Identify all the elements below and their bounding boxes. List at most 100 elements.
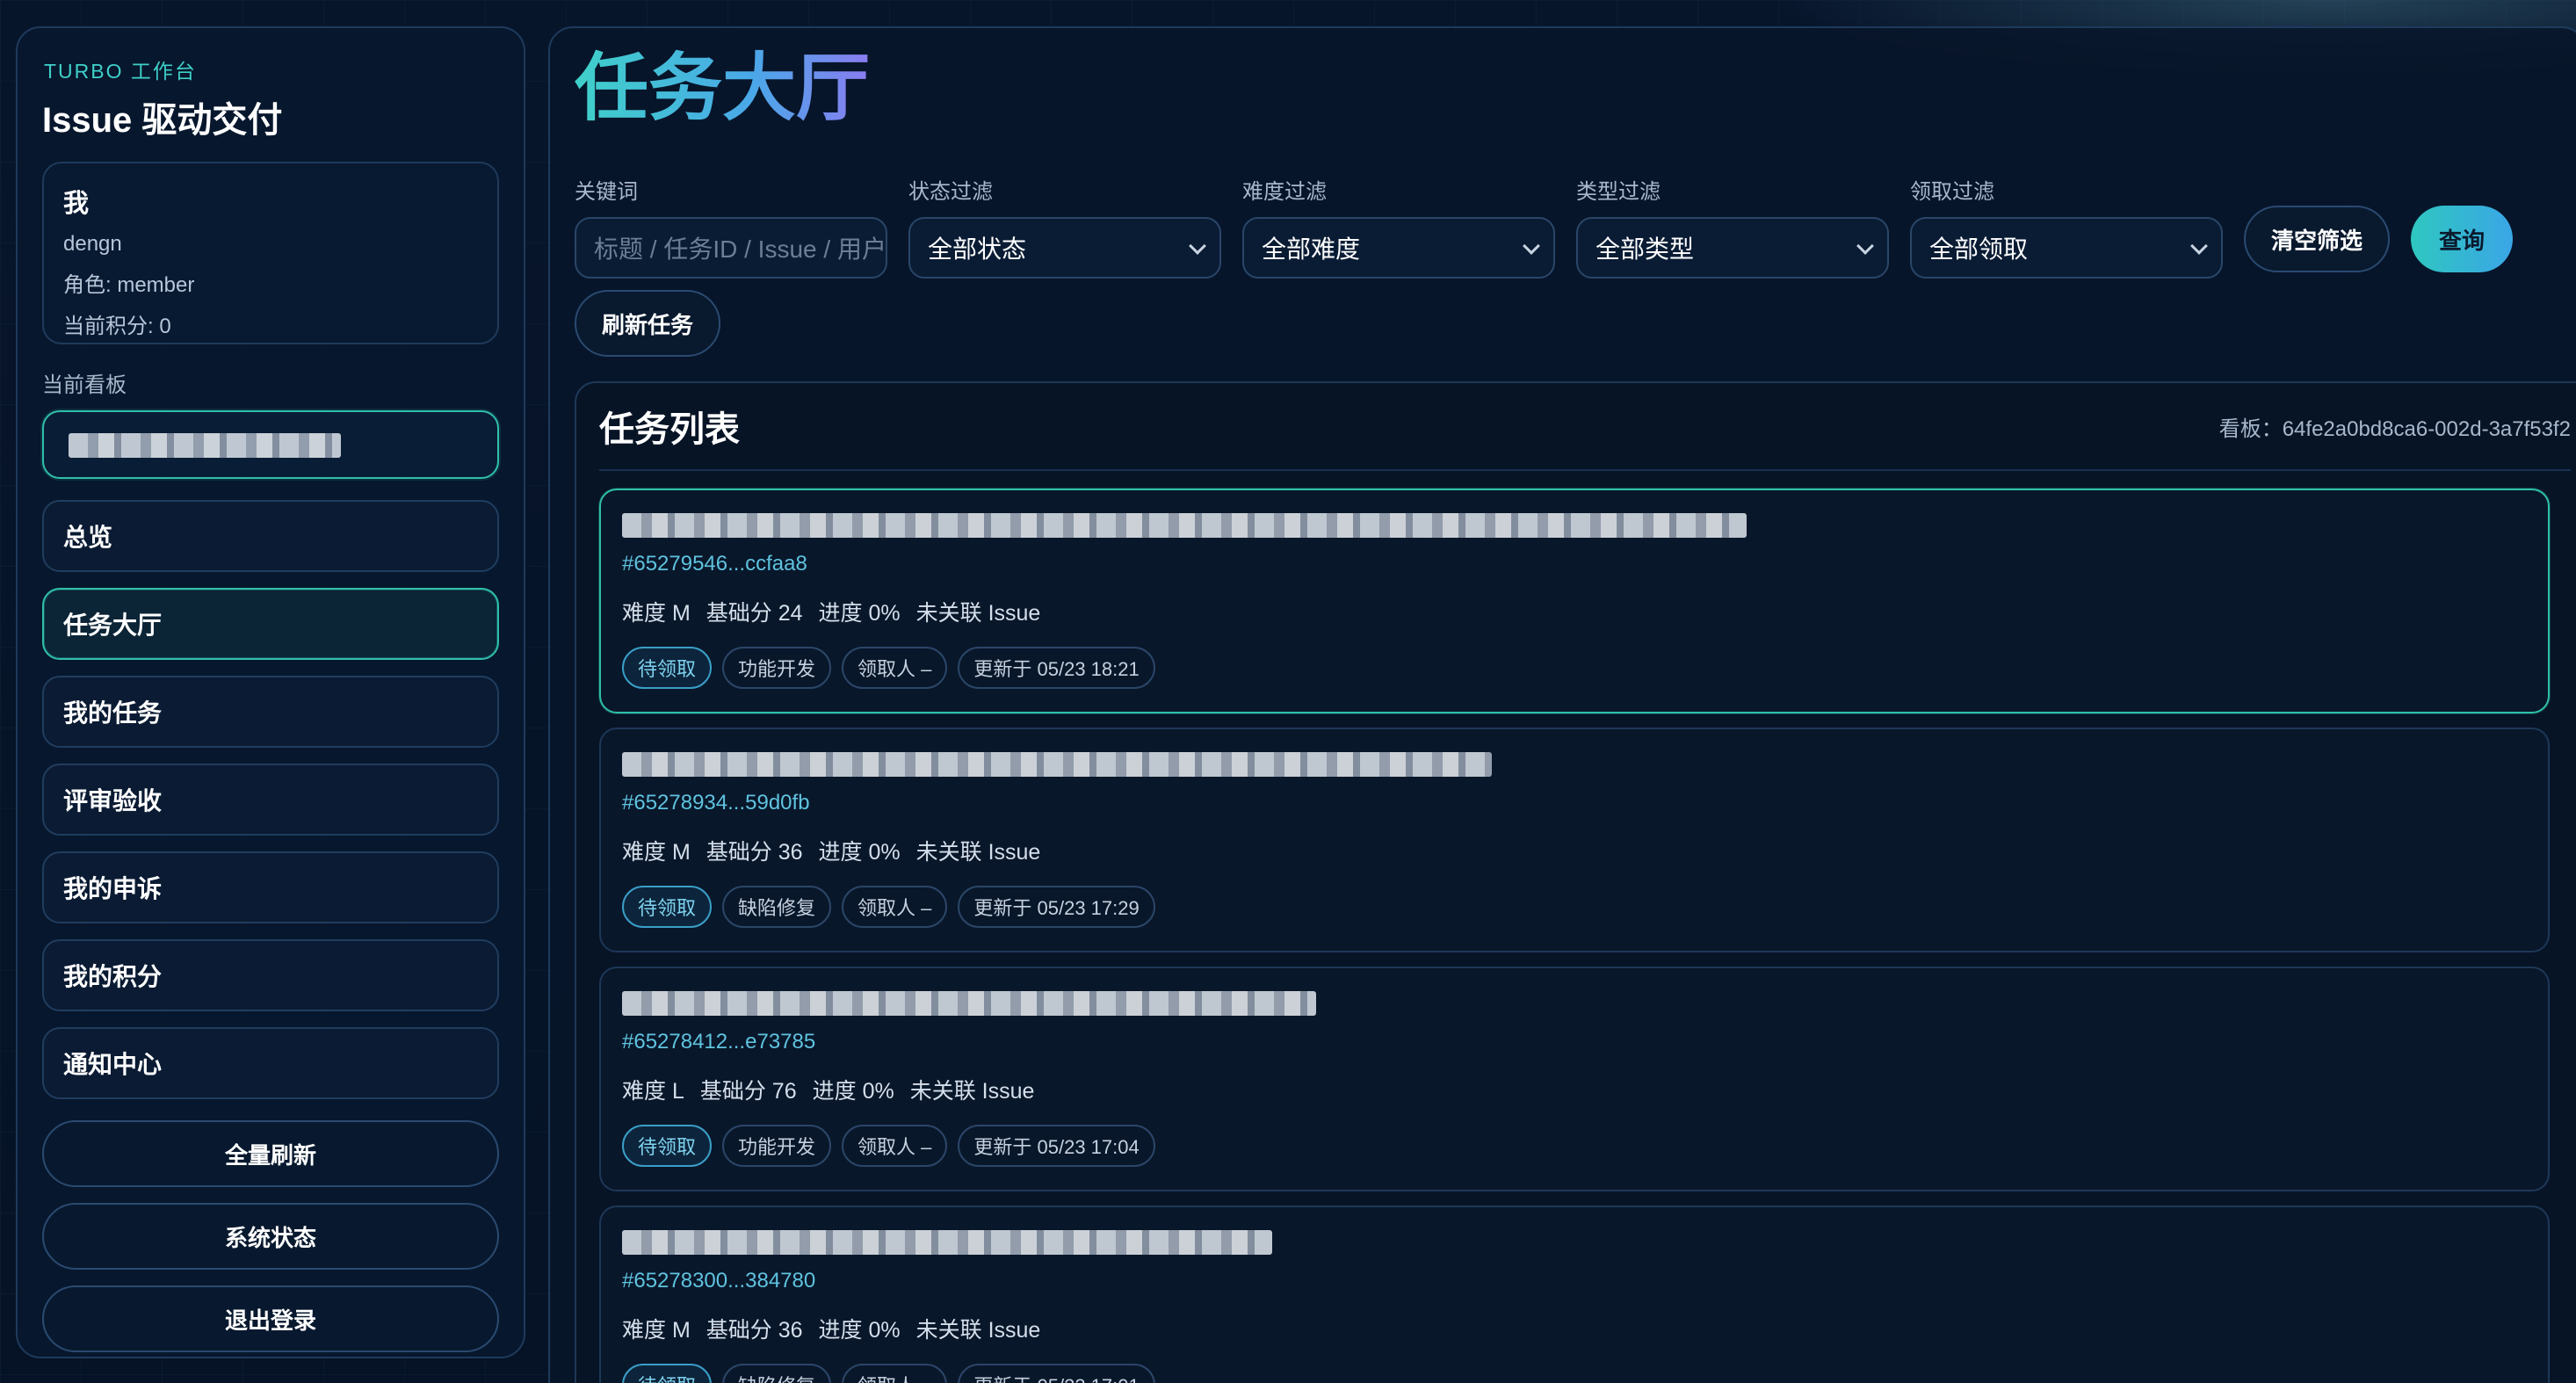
task-progress: 进度 0% [818, 601, 901, 626]
task-card[interactable]: #65279546...ccfaa8 难度 M 基础分 24 进度 0% 未关联… [599, 489, 2550, 713]
task-meta: 难度 M 基础分 36 进度 0% 未关联 Issue [622, 1313, 2527, 1344]
claim-select[interactable]: 全部领取 [1910, 217, 2223, 279]
task-title-redacted [622, 1225, 2527, 1260]
chevron-down-icon [1189, 237, 1206, 255]
brand-title: Issue 驱动交付 [42, 101, 283, 140]
claimer-badge: 领取人 – [842, 1125, 948, 1167]
type-badge: 缺陷修复 [722, 1364, 832, 1383]
keyword-input[interactable]: 标题 / 任务ID / Issue / 用户 [575, 217, 887, 279]
logout-button[interactable]: 退出登录 [42, 1285, 499, 1352]
updated-badge: 更新于 05/23 18:21 [958, 647, 1155, 689]
nav-item-notifications[interactable]: 通知中心 [42, 1027, 499, 1099]
system-status-button[interactable]: 系统状态 [42, 1203, 499, 1270]
claimer-badge: 领取人 – [842, 647, 948, 689]
main-panel: 任务大厅 关键词 标题 / 任务ID / Issue / 用户 状态过滤 全部状… [548, 26, 2576, 1383]
status-badge: 待领取 [622, 886, 713, 928]
nav-item-overview[interactable]: 总览 [42, 500, 499, 572]
task-id: #65278412...e73785 [622, 1030, 816, 1054]
board-label: 当前看板 [42, 373, 127, 397]
status-badge: 待领取 [622, 1125, 713, 1167]
board-name-redacted [69, 433, 341, 458]
task-issue-link: 未关联 Issue [909, 1079, 1035, 1104]
task-base-points: 基础分 36 [706, 840, 803, 865]
task-issue-link: 未关联 Issue [915, 1318, 1041, 1343]
page-title: 任务大厅 [575, 47, 871, 129]
difficulty-filter-label: 难度过滤 [1242, 180, 1327, 204]
type-filter-label: 类型过滤 [1576, 180, 1661, 204]
task-card[interactable]: #65278300...384780 难度 M 基础分 36 进度 0% 未关联… [599, 1206, 2550, 1383]
task-title-redacted [622, 747, 2527, 782]
task-list-title: 任务列表 [599, 410, 740, 449]
status-select[interactable]: 全部状态 [908, 217, 1221, 279]
task-difficulty: 难度 L [622, 1079, 684, 1104]
query-button[interactable]: 查询 [2411, 206, 2513, 272]
sidebar: TURBO 工作台 Issue 驱动交付 我 dengn 角色: member … [16, 26, 525, 1358]
task-list-header: 任务列表 看板：64fe2a0bd8ca6-002d-3a7f53f2 [599, 383, 2571, 471]
clear-filters-button[interactable]: 清空筛选 [2244, 206, 2390, 272]
keyword-filter: 关键词 标题 / 任务ID / Issue / 用户 [575, 174, 887, 279]
task-progress: 进度 0% [818, 1318, 901, 1343]
task-list-board-id: 看板：64fe2a0bd8ca6-002d-3a7f53f2 [2218, 416, 2571, 441]
profile-username: dengn [63, 232, 122, 256]
task-base-points: 基础分 76 [699, 1079, 797, 1104]
full-refresh-button[interactable]: 全量刷新 [42, 1120, 499, 1187]
task-title-redacted [622, 508, 2527, 543]
nav-item-appeals[interactable]: 我的申诉 [42, 851, 499, 923]
task-list-panel: 任务列表 看板：64fe2a0bd8ca6-002d-3a7f53f2 #652… [575, 381, 2576, 1383]
task-card[interactable]: #65278412...e73785 难度 L 基础分 76 进度 0% 未关联… [599, 967, 2550, 1191]
status-select-value: 全部状态 [928, 235, 1027, 263]
task-meta: 难度 L 基础分 76 进度 0% 未关联 Issue [622, 1074, 2527, 1105]
status-badge: 待领取 [622, 1364, 713, 1383]
status-badge: 待领取 [622, 647, 713, 689]
updated-badge: 更新于 05/23 17:01 [958, 1364, 1155, 1383]
task-id: #65279546...ccfaa8 [622, 552, 807, 576]
profile-points: 当前积分: 0 [63, 315, 171, 338]
task-base-points: 基础分 24 [706, 601, 803, 626]
claim-select-value: 全部领取 [1929, 235, 2029, 263]
board-select[interactable] [42, 410, 499, 479]
task-id: #65278934...59d0fb [622, 791, 810, 815]
keyword-label: 关键词 [575, 180, 638, 204]
task-progress: 进度 0% [818, 840, 901, 865]
nav-item-review[interactable]: 评审验收 [42, 764, 499, 836]
task-title-redacted [622, 986, 2527, 1021]
task-difficulty: 难度 M [622, 601, 691, 626]
type-badge: 缺陷修复 [722, 886, 832, 928]
task-tags: 待领取 缺陷修复 领取人 – 更新于 05/23 17:29 [622, 886, 2527, 928]
difficulty-filter: 难度过滤 全部难度 [1242, 174, 1555, 279]
status-filter-label: 状态过滤 [908, 180, 993, 204]
difficulty-select[interactable]: 全部难度 [1242, 217, 1555, 279]
task-base-points: 基础分 36 [706, 1318, 803, 1343]
task-meta: 难度 M 基础分 24 进度 0% 未关联 Issue [622, 596, 2527, 627]
task-issue-link: 未关联 Issue [915, 840, 1041, 865]
claimer-badge: 领取人 – [842, 1364, 948, 1383]
chevron-down-icon [1856, 237, 1874, 255]
task-difficulty: 难度 M [622, 1318, 691, 1343]
task-tags: 待领取 功能开发 领取人 – 更新于 05/23 17:04 [622, 1125, 2527, 1167]
nav-item-task-hall[interactable]: 任务大厅 [42, 588, 499, 660]
chevron-down-icon [2190, 237, 2208, 255]
type-badge: 功能开发 [722, 647, 832, 689]
updated-badge: 更新于 05/23 17:04 [958, 1125, 1155, 1167]
type-filter: 类型过滤 全部类型 [1576, 174, 1889, 279]
task-tags: 待领取 功能开发 领取人 – 更新于 05/23 18:21 [622, 647, 2527, 689]
type-select[interactable]: 全部类型 [1576, 217, 1889, 279]
profile-card: 我 dengn 角色: member 当前积分: 0 [42, 162, 499, 344]
claimer-badge: 领取人 – [842, 886, 948, 928]
profile-name: 我 [63, 190, 90, 218]
task-tags: 待领取 缺陷修复 领取人 – 更新于 05/23 17:01 [622, 1364, 2527, 1383]
chevron-down-icon [1523, 237, 1540, 255]
claim-filter: 领取过滤 全部领取 [1910, 174, 2223, 279]
task-difficulty: 难度 M [622, 840, 691, 865]
task-card[interactable]: #65278934...59d0fb 难度 M 基础分 36 进度 0% 未关联… [599, 728, 2550, 952]
task-issue-link: 未关联 Issue [915, 601, 1041, 626]
nav-item-points[interactable]: 我的积分 [42, 939, 499, 1011]
claim-filter-label: 领取过滤 [1910, 180, 1994, 204]
task-id: #65278300...384780 [622, 1269, 816, 1292]
brand-subtitle: TURBO 工作台 [44, 60, 197, 83]
nav-item-my-tasks[interactable]: 我的任务 [42, 676, 499, 748]
profile-role: 角色: member [63, 273, 195, 297]
refresh-tasks-button[interactable]: 刷新任务 [575, 290, 720, 357]
type-select-value: 全部类型 [1596, 235, 1695, 263]
difficulty-select-value: 全部难度 [1262, 235, 1361, 263]
